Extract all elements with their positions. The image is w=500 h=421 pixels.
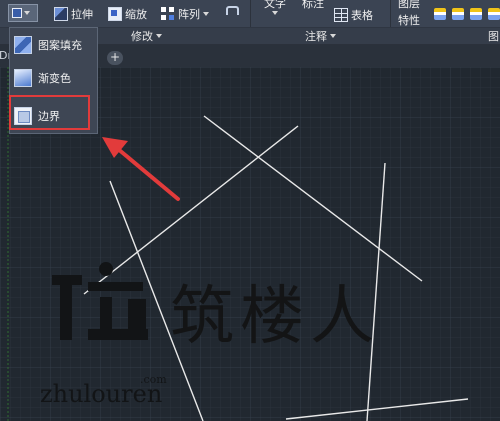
menu-item-hatch[interactable]: 图案填充 bbox=[14, 33, 96, 57]
layer-tools bbox=[434, 8, 500, 20]
layer-properties-button[interactable]: 图层 特性 bbox=[398, 0, 420, 28]
add-tab-button[interactable]: + bbox=[107, 51, 123, 65]
group-label-annotation-text: 注释 bbox=[305, 30, 327, 43]
table-icon bbox=[334, 8, 348, 22]
dimension-label: 标注 bbox=[302, 0, 324, 10]
group-divider bbox=[250, 0, 251, 27]
table-label: 表格 bbox=[351, 9, 373, 22]
array-icon bbox=[161, 7, 175, 21]
chevron-down-icon bbox=[330, 34, 336, 38]
dimension-button[interactable]: 标注 bbox=[302, 0, 324, 11]
gradient-icon bbox=[14, 69, 32, 87]
scale-icon bbox=[108, 7, 122, 21]
layer-icon[interactable] bbox=[488, 8, 500, 20]
chevron-down-icon[interactable] bbox=[272, 11, 278, 15]
layer-icon[interactable] bbox=[452, 8, 464, 20]
group-label-layers[interactable]: 图 bbox=[488, 28, 499, 44]
group-label-modify-text: 修改 bbox=[131, 30, 153, 43]
highlight-box bbox=[9, 95, 90, 130]
scale-label: 缩放 bbox=[125, 8, 147, 21]
offset-button[interactable] bbox=[226, 6, 239, 15]
table-button[interactable]: 表格 bbox=[334, 7, 373, 23]
layer-icon[interactable] bbox=[434, 8, 446, 20]
group-label-annotation[interactable]: 注释 bbox=[305, 28, 336, 44]
stretch-button[interactable]: 拉伸 bbox=[54, 6, 93, 22]
chevron-down-icon[interactable] bbox=[24, 11, 30, 15]
stretch-icon bbox=[54, 7, 68, 21]
stretch-label: 拉伸 bbox=[71, 8, 93, 21]
text-label: 文字 bbox=[264, 0, 286, 10]
scale-button[interactable]: 缩放 bbox=[108, 6, 147, 22]
menu-item-label: 渐变色 bbox=[38, 72, 71, 85]
menu-item-label: 图案填充 bbox=[38, 39, 82, 52]
group-divider bbox=[390, 0, 391, 27]
chevron-down-icon[interactable] bbox=[203, 12, 209, 16]
offset-icon bbox=[226, 6, 239, 15]
watermark-brand-cn: 筑楼人 bbox=[170, 280, 380, 354]
layer-icon[interactable] bbox=[470, 8, 482, 20]
hatch-icon bbox=[12, 8, 22, 18]
text-button[interactable]: 文字 bbox=[264, 0, 286, 15]
array-button[interactable]: 阵列 bbox=[161, 6, 209, 22]
hatch-icon bbox=[14, 36, 32, 54]
array-label: 阵列 bbox=[178, 8, 200, 21]
group-label-layers-text: 图 bbox=[488, 30, 499, 43]
chevron-down-icon bbox=[156, 34, 162, 38]
layer-properties-label-1: 图层 bbox=[398, 0, 420, 10]
layer-properties-label-2: 特性 bbox=[398, 14, 420, 27]
group-label-modify[interactable]: 修改 bbox=[131, 28, 162, 44]
menu-item-gradient[interactable]: 渐变色 bbox=[14, 66, 96, 90]
hatch-split-button[interactable] bbox=[8, 4, 38, 22]
watermark-suffix: .com bbox=[140, 373, 167, 386]
